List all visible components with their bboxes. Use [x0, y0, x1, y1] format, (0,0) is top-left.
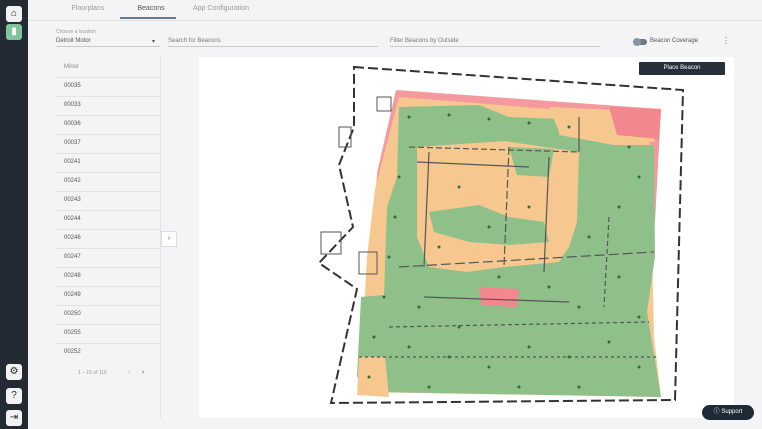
list-item[interactable]: 00249 — [56, 286, 160, 305]
beacon-coverage-toggle[interactable] — [633, 38, 647, 46]
tab-beacons[interactable]: Beacons — [116, 5, 186, 12]
list-item[interactable]: 00033 — [56, 96, 160, 115]
list-item[interactable]: 00255 — [56, 324, 160, 343]
help-icon[interactable]: ? — [6, 388, 22, 404]
list-item[interactable]: 00035 — [56, 77, 160, 96]
tab-bar: Floorplans Beacons App Configuration — [28, 0, 762, 21]
list-item[interactable]: 00246 — [56, 229, 160, 248]
more-options-icon[interactable]: ⋮ — [722, 36, 730, 45]
prev-page-button[interactable]: ‹ — [128, 370, 130, 376]
settings-icon[interactable]: ⚙ — [6, 364, 22, 380]
place-beacon-button[interactable]: Place Beacon — [639, 62, 725, 75]
list-item[interactable]: 00241 — [56, 153, 160, 172]
list-item[interactable]: 00248 — [56, 267, 160, 286]
chevron-down-icon[interactable]: ▾ — [152, 38, 155, 45]
floorplan-map[interactable] — [199, 57, 734, 418]
coverage-orange-center — [417, 141, 579, 272]
list-item[interactable]: 00250 — [56, 305, 160, 324]
coverage-orange-corner — [357, 357, 389, 397]
filter-bar: Choose a location Detroit Motor ▾ Search… — [28, 20, 762, 50]
list-item[interactable]: 00247 — [56, 248, 160, 267]
floorplan-svg — [317, 65, 685, 405]
support-button[interactable]: ⓘ Support — [702, 405, 754, 420]
list-item[interactable]: 00243 — [56, 191, 160, 210]
tab-app-configuration[interactable]: App Configuration — [186, 5, 256, 12]
location-select[interactable]: Detroit Motor — [56, 38, 91, 44]
list-item[interactable]: 00036 — [56, 115, 160, 134]
beacon-icon[interactable]: ▮ — [6, 24, 22, 40]
home-icon[interactable]: ⌂ — [6, 6, 22, 22]
search-input[interactable]: Search for Beacons — [168, 38, 221, 44]
list-header-minor: Minor — [64, 64, 80, 70]
coverage-red-spot — [479, 287, 519, 307]
list-item[interactable]: 00252 — [56, 343, 160, 362]
beacon-list: Minor 00035 00033 00036 00037 00241 0024… — [56, 56, 161, 418]
coverage-red-top — [609, 107, 661, 139]
logout-icon[interactable]: ⇥ — [6, 410, 22, 426]
active-tab-indicator — [120, 17, 176, 19]
tab-floorplans[interactable]: Floorplans — [53, 5, 123, 12]
chevron-right-icon[interactable]: › — [161, 231, 177, 247]
list-item[interactable]: 00242 — [56, 172, 160, 191]
list-item[interactable]: 00037 — [56, 134, 160, 153]
pagination-info: 1 – 15 of 115 — [78, 370, 107, 376]
outside-filter-input[interactable]: Filter Beacons by Outside — [390, 38, 459, 44]
list-item[interactable]: 00244 — [56, 210, 160, 229]
location-label: Choose a location — [56, 29, 97, 35]
next-page-button[interactable]: › — [142, 369, 144, 376]
sidebar-rail: ⌂ ▮ ⚙ ? ⇥ — [0, 0, 28, 429]
beacon-coverage-label: Beacon Coverage — [650, 38, 699, 44]
